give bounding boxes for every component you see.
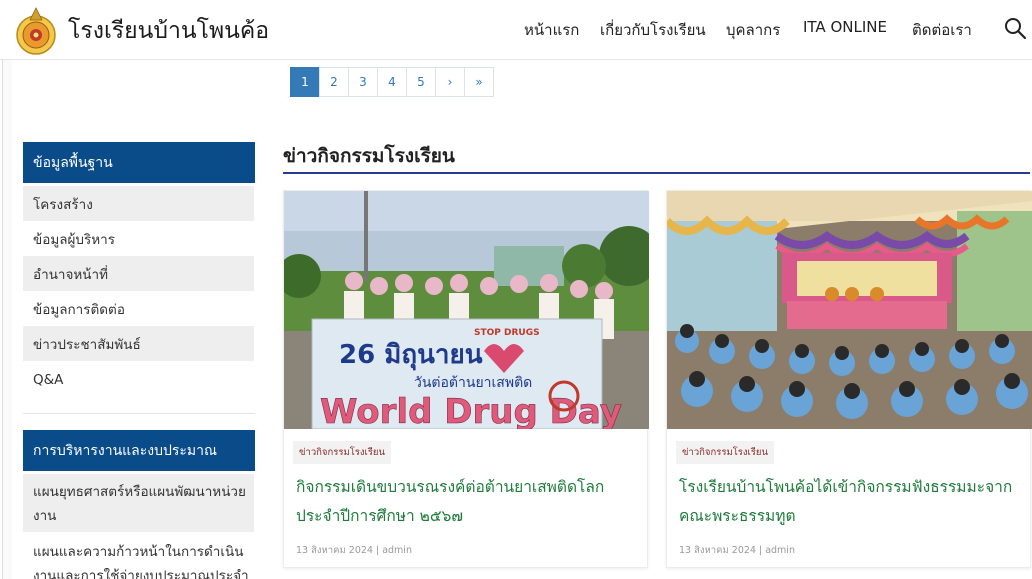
section-title: ข่าวกิจกรรมโรงเรียน <box>283 145 455 167</box>
sidebar-item-authority[interactable]: อำนาจหน้าที่ <box>23 256 254 291</box>
sidebar-heading-management: การบริหารงานและงบประมาณ <box>23 430 255 471</box>
news-image-drug-day[interactable]: 26 มิถุนายน วันต่อต้านยาเสพติด World Dru… <box>284 191 649 429</box>
nav-about[interactable]: เกี่ยวกับโรงเรียน <box>600 18 706 42</box>
sidebar-heading-basic-info: ข้อมูลพื้นฐาน <box>23 142 255 183</box>
card-title[interactable]: โรงเรียนบ้านโพนค้อได้เข้ากิจกรรมฟังธรรมม… <box>679 473 1021 531</box>
sidebar-item-budget-progress[interactable]: แผนและความก้าวหน้าในการดำเนินงานและการใช… <box>23 534 254 579</box>
page-2[interactable]: 2 <box>319 67 349 97</box>
sidebar-item-qa[interactable]: Q&A <box>23 361 254 399</box>
sidebar-item-strategy-plan[interactable]: แผนยุทธศาสตร์หรือแผนพัฒนาหน่วยงาน <box>23 474 254 532</box>
card-title[interactable]: กิจกรรมเดินขบวนรณรงค์ต่อต้านยาเสพติดโลก … <box>296 473 638 531</box>
sidebar-item-structure[interactable]: โครงสร้าง <box>23 186 254 221</box>
next-page-button[interactable]: › <box>435 67 465 97</box>
page-4[interactable]: 4 <box>377 67 407 97</box>
banner-date: 26 มิถุนายน <box>339 340 483 371</box>
site-header: โรงเรียนบ้านโพนค้อ หน้าแรก เกี่ยวกับโรงเ… <box>0 0 1032 60</box>
news-image-dharma-talk[interactable] <box>667 191 1032 429</box>
site-title[interactable]: โรงเรียนบ้านโพนค้อ <box>68 13 269 49</box>
sidebar-divider <box>23 413 255 414</box>
page-3[interactable]: 3 <box>348 67 378 97</box>
nav-staff[interactable]: บุคลากร <box>726 18 780 42</box>
search-icon[interactable] <box>1003 16 1027 40</box>
nav-home[interactable]: หน้าแรก <box>524 18 579 42</box>
pagination: 1 2 3 4 5 › » <box>290 67 494 97</box>
page-5[interactable]: 5 <box>406 67 436 97</box>
nav-contact[interactable]: ติดต่อเรา <box>912 18 972 42</box>
card-meta: 13 สิงหาคม 2024 | admin <box>296 545 412 556</box>
sidebar-item-contact-info[interactable]: ข้อมูลการติดต่อ <box>23 291 254 326</box>
school-logo[interactable] <box>14 6 58 56</box>
last-page-button[interactable]: » <box>464 67 494 97</box>
left-frame <box>2 60 12 579</box>
nav-ita-online[interactable]: ITA ONLINE <box>803 18 887 36</box>
banner-subtitle: วันต่อต้านยาเสพติด <box>414 375 532 391</box>
news-card[interactable]: ข่าวกิจกรรมโรงเรียน โรงเรียนบ้านโพนค้อได… <box>666 190 1032 568</box>
sidebar-item-public-relations[interactable]: ข่าวประชาสัมพันธ์ <box>23 326 254 361</box>
section-underline <box>283 172 1030 174</box>
card-category[interactable]: ข่าวกิจกรรมโรงเรียน <box>293 441 391 464</box>
news-card[interactable]: 26 มิถุนายน วันต่อต้านยาเสพติด World Dru… <box>283 190 649 568</box>
banner-stop-drugs: STOP DRUGS <box>474 328 540 338</box>
card-meta: 13 สิงหาคม 2024 | admin <box>679 545 795 556</box>
page-1[interactable]: 1 <box>290 67 320 97</box>
sidebar-item-executives[interactable]: ข้อมูลผู้บริหาร <box>23 221 254 256</box>
card-category[interactable]: ข่าวกิจกรรมโรงเรียน <box>676 441 774 464</box>
